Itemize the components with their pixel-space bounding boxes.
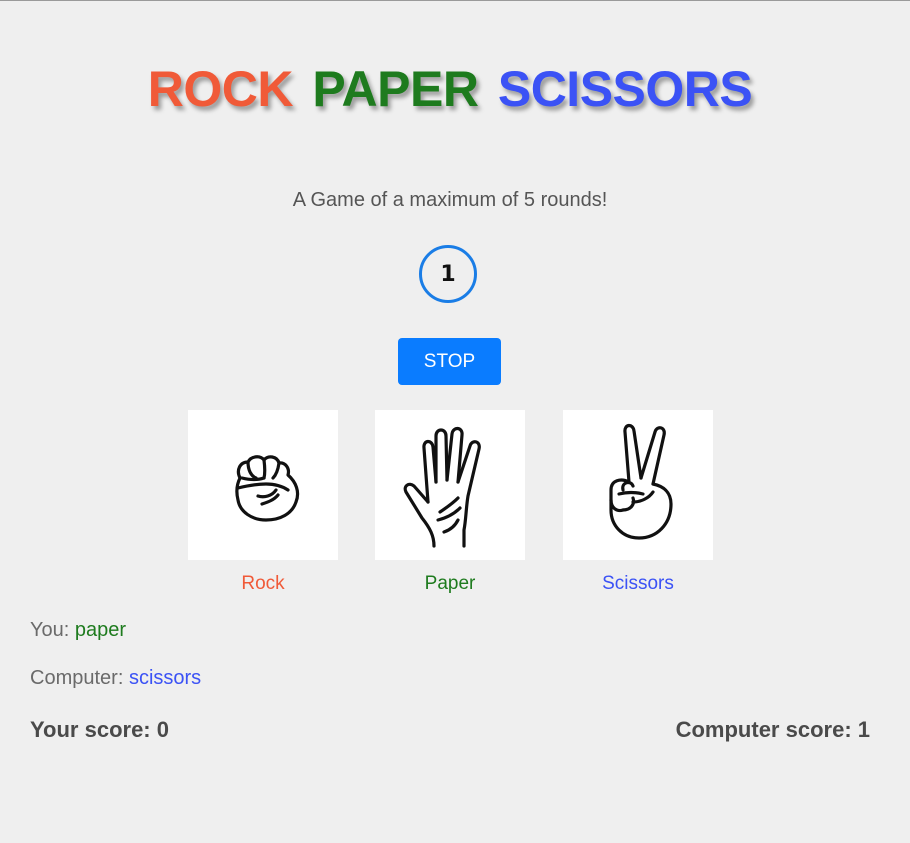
- peace-hand-icon: [609, 423, 673, 540]
- computer-score: Computer score: 1: [675, 717, 870, 742]
- your-score: Your score: 0: [30, 717, 169, 742]
- choice-scissors[interactable]: Scissors: [563, 410, 713, 595]
- paper-card[interactable]: [375, 410, 525, 560]
- round-counter: 1: [419, 245, 477, 303]
- player-choice-value: paper: [74, 619, 127, 641]
- player-choice-label: You:: [30, 619, 70, 641]
- title-scissors: SCISSORS: [497, 61, 753, 117]
- computer-choice-line: Computer: scissors: [30, 667, 201, 690]
- choice-paper[interactable]: Paper: [375, 410, 525, 595]
- choice-rock[interactable]: Rock: [188, 410, 338, 595]
- title-paper: PAPER: [312, 61, 479, 117]
- choice-label-rock: Rock: [241, 573, 285, 594]
- computer-choice-label: Computer:: [30, 667, 124, 689]
- game-subtitle: A Game of a maximum of 5 rounds!: [292, 189, 608, 211]
- stop-button[interactable]: STOP: [398, 338, 501, 385]
- title-rock: ROCK: [147, 61, 294, 117]
- rock-card[interactable]: [188, 410, 338, 560]
- choice-label-scissors: Scissors: [602, 573, 674, 594]
- scissors-card[interactable]: [563, 410, 713, 560]
- choice-label-paper: Paper: [424, 573, 476, 594]
- game-title: ROCK PAPER SCISSORS: [0, 59, 900, 119]
- computer-choice-value: scissors: [128, 667, 202, 689]
- player-choice-line: You: paper: [30, 619, 126, 642]
- fist-icon: [235, 455, 300, 522]
- open-hand-icon: [403, 426, 481, 548]
